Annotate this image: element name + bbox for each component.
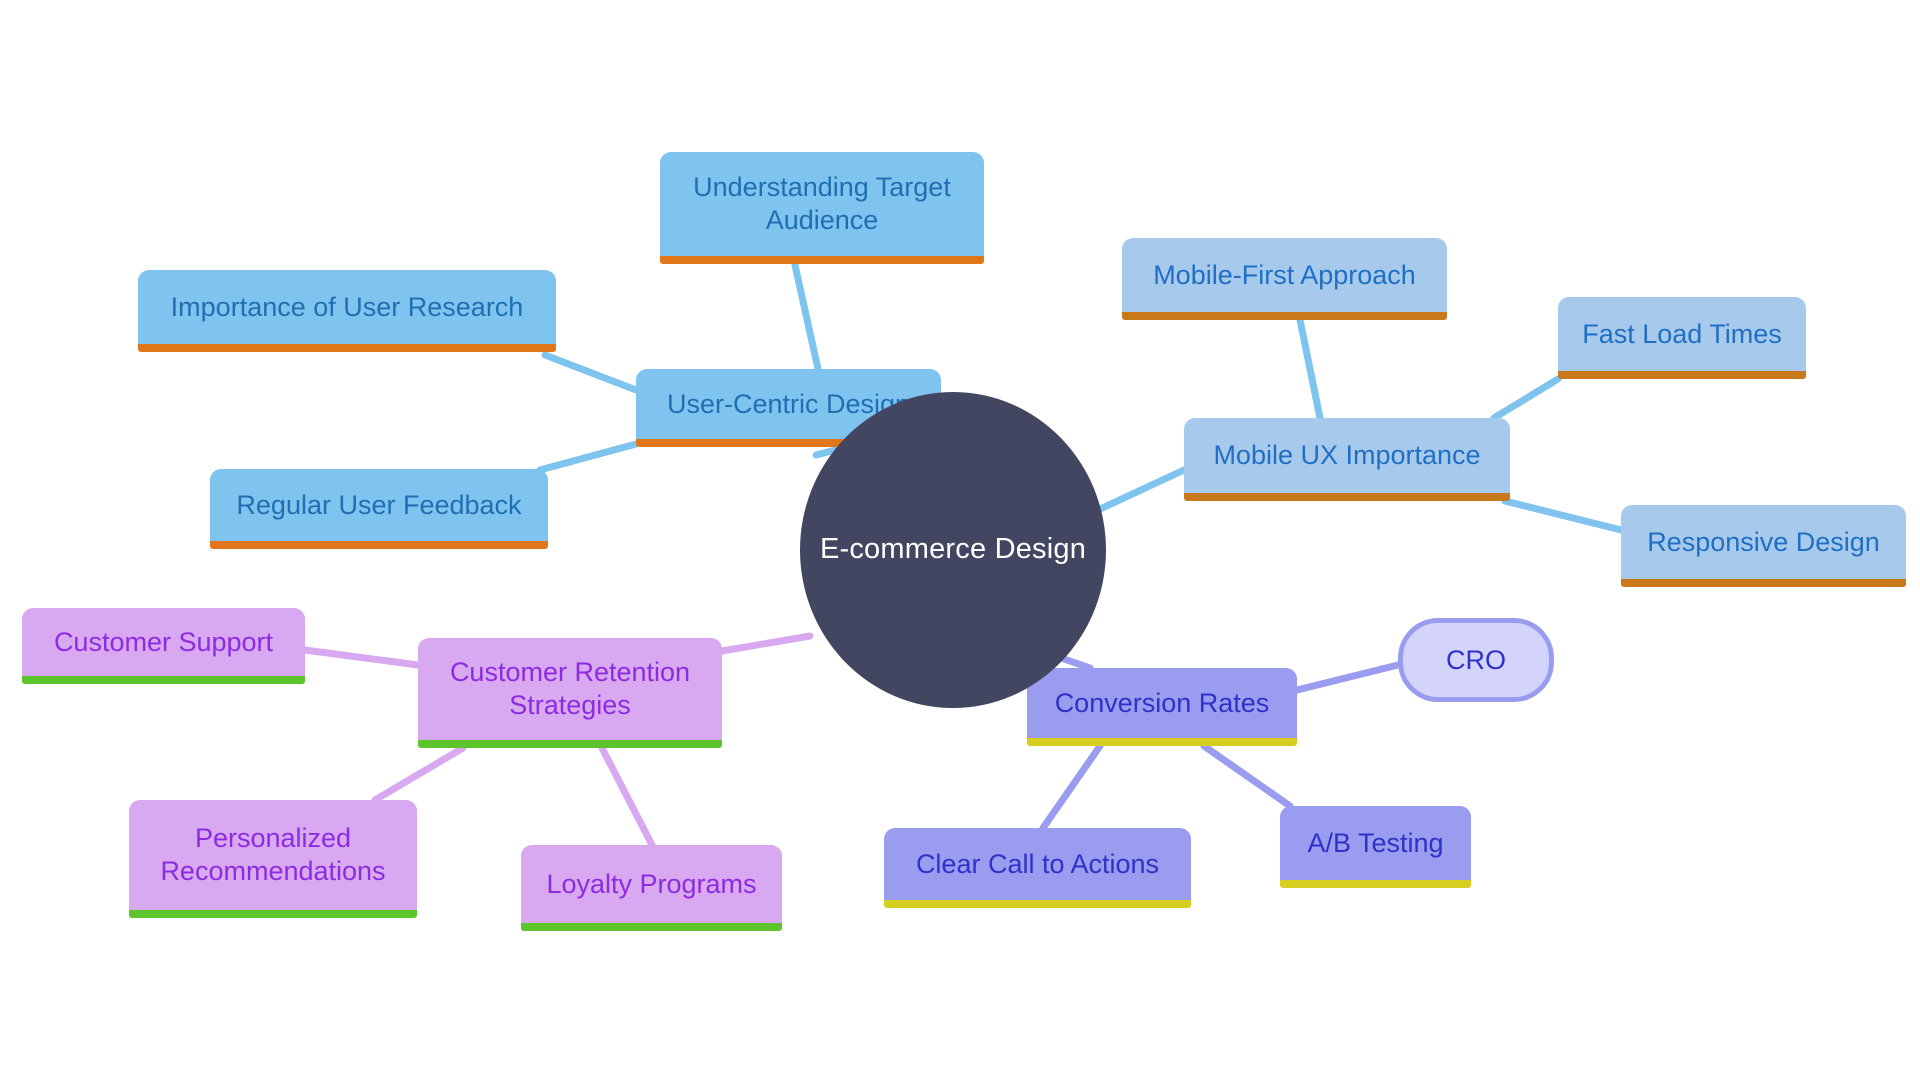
node-clear-call-to-actions[interactable]: Clear Call to Actions: [884, 828, 1191, 908]
mindmap-canvas: E-commerce Design User-Centric Design Un…: [0, 0, 1920, 1080]
edge-conversion-rates-to-ab-testing: [1200, 742, 1294, 810]
edge-mobile-ux-importance-to-mobile-first-approach: [1296, 316, 1324, 422]
edge-root-to-mobile-ux-importance: [1094, 466, 1188, 514]
edge-conversion-rates-to-cro: [1293, 661, 1402, 694]
edge-user-centric-to-importance-of-user-research: [541, 351, 640, 394]
edge-mobile-ux-importance-to-fast-load-times: [1490, 375, 1562, 422]
node-mobile-ux-importance[interactable]: Mobile UX Importance: [1184, 418, 1510, 501]
node-loyalty-programs[interactable]: Loyalty Programs: [521, 845, 782, 931]
edge-root-to-customer-retention-strategies: [718, 632, 814, 655]
node-customer-retention-strategies[interactable]: Customer Retention Strategies: [418, 638, 722, 748]
node-regular-user-feedback[interactable]: Regular User Feedback: [210, 469, 548, 549]
edge-customer-retention-strategies-to-loyalty-programs: [598, 744, 656, 849]
node-importance-of-user-research[interactable]: Importance of User Research: [138, 270, 556, 352]
edge-conversion-rates-to-clear-call-to-actions: [1039, 742, 1104, 832]
edge-user-centric-to-understanding-target-audience: [791, 261, 822, 373]
edge-customer-retention-strategies-to-personalized-recommendations: [371, 744, 467, 804]
node-conversion-rates[interactable]: Conversion Rates: [1027, 668, 1297, 746]
node-ab-testing[interactable]: A/B Testing: [1280, 806, 1471, 888]
node-responsive-design[interactable]: Responsive Design: [1621, 505, 1906, 587]
edge-user-centric-to-regular-user-feedback: [536, 440, 640, 474]
node-mobile-first-approach[interactable]: Mobile-First Approach: [1122, 238, 1447, 320]
node-cro[interactable]: CRO: [1398, 618, 1554, 702]
node-personalized-recommendations[interactable]: Personalized Recommendations: [129, 800, 417, 918]
edge-mobile-ux-importance-to-responsive-design: [1501, 497, 1625, 534]
node-customer-support[interactable]: Customer Support: [22, 608, 305, 684]
node-root[interactable]: E-commerce Design: [800, 392, 1106, 708]
node-fast-load-times[interactable]: Fast Load Times: [1558, 297, 1806, 379]
node-understanding-target-audience[interactable]: Understanding Target Audience: [660, 152, 984, 264]
edge-customer-retention-strategies-to-customer-support: [301, 646, 422, 669]
